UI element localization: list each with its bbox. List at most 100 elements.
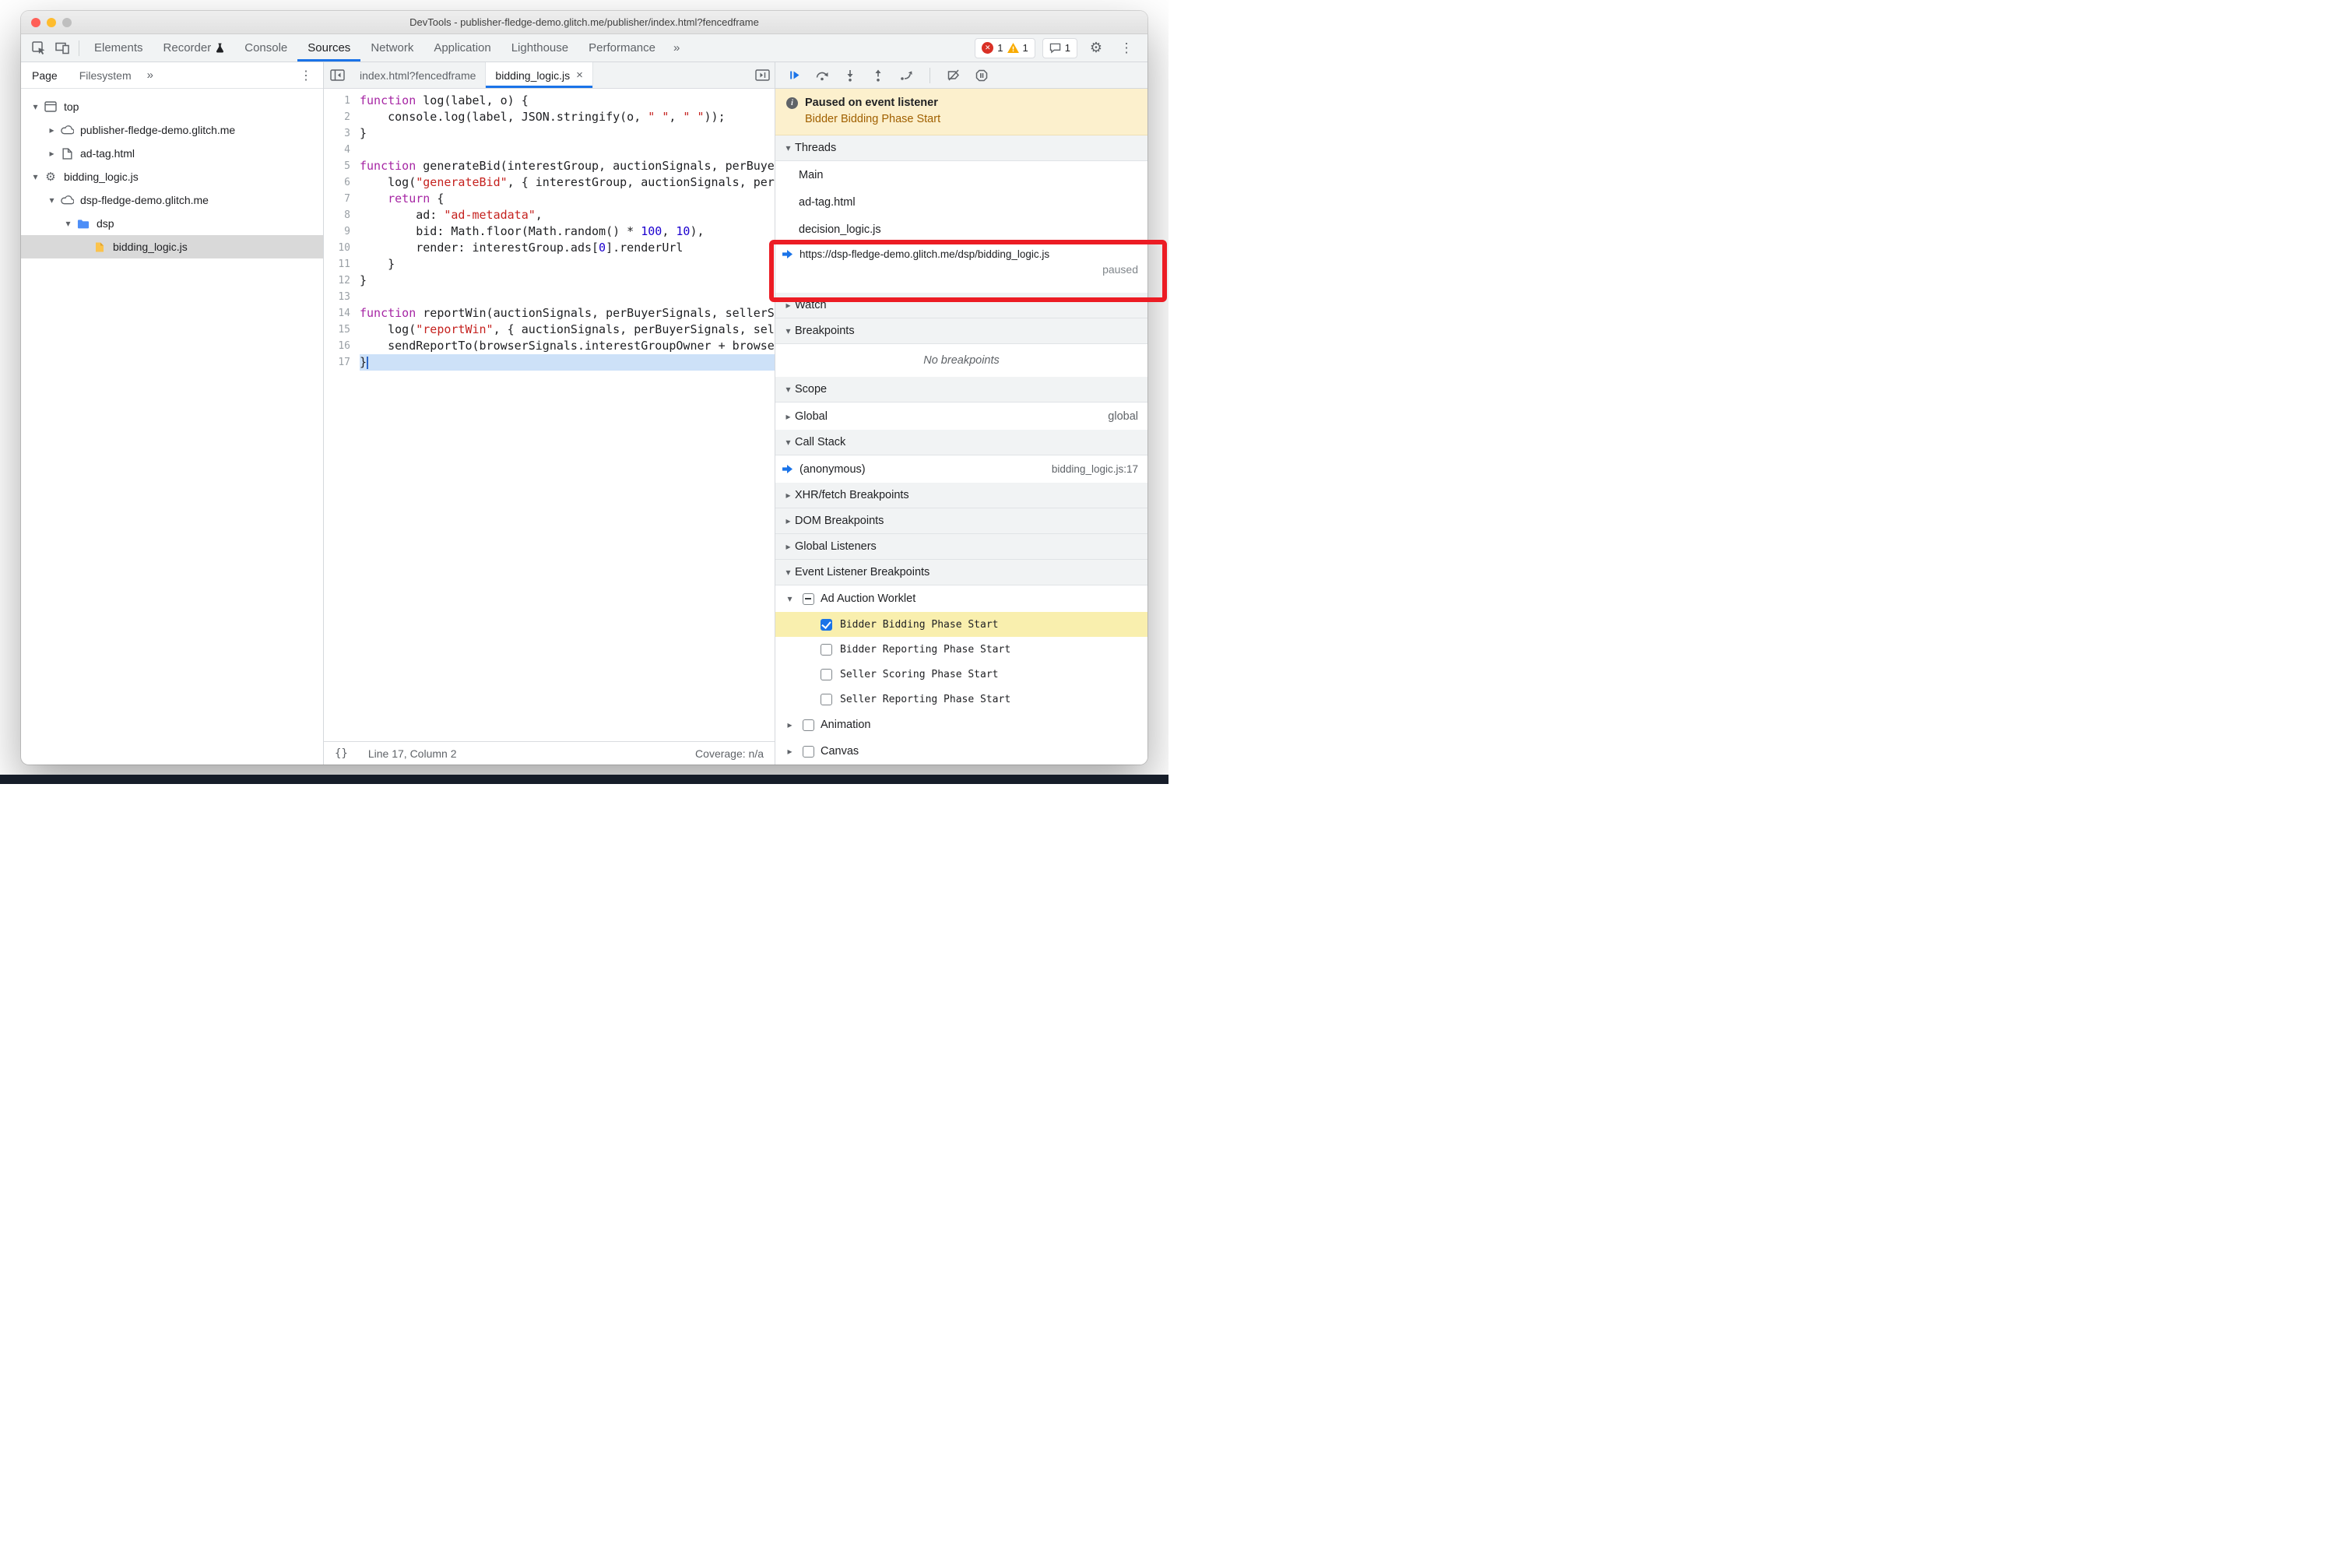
code-line: 15 log("reportWin", { auctionSignals, pe… [324,322,775,338]
scope-global-row[interactable]: ▸ Global global [775,403,1147,430]
more-panels-button[interactable]: » [666,41,687,54]
tab-index-html[interactable]: index.html?fencedframe [350,62,487,88]
close-window-button[interactable] [31,17,40,27]
breakpoints-section-header[interactable]: ▾ Breakpoints [775,318,1147,344]
collapse-icon[interactable]: ▾ [29,171,42,182]
checkbox-bidder-bidding-phase-start[interactable] [821,618,832,631]
tab-recorder[interactable]: Recorder [153,34,235,62]
expand-icon[interactable]: ▸ [45,125,58,135]
step-out-button[interactable] [869,66,887,85]
collapse-icon[interactable]: ▾ [29,101,42,112]
threads-section-header[interactable]: ▾ Threads [775,135,1147,161]
line-number[interactable]: 12 [324,272,360,289]
tree-item-dsp-fledge-demo-glitch-me[interactable]: ▾ dsp-fledge-demo.glitch.me [21,188,323,212]
toggle-navigator-icon[interactable] [324,62,350,88]
device-toolbar-icon[interactable] [51,37,74,59]
collapse-icon[interactable]: ▾ [62,218,75,229]
thread-label: ad-tag.html [799,195,856,209]
line-number[interactable]: 2 [324,109,360,125]
checkbox-canvas[interactable] [803,745,814,758]
no-breakpoints-label: No breakpoints [923,354,1000,367]
xhr-breakpoints-section-header[interactable]: ▸ XHR/fetch Breakpoints [775,483,1147,508]
line-number[interactable]: 17 [324,354,360,371]
resume-button[interactable] [785,66,803,85]
settings-gear-icon[interactable]: ⚙ [1084,37,1108,59]
tree-item-bidding-logic-js[interactable]: bidding_logic.js [21,235,323,258]
thread-url-label: https://dsp-fledge-demo.glitch.me/dsp/bi… [800,248,1050,260]
code-editor[interactable]: 1 function log(label, o) {2 console.log(l… [324,89,775,741]
line-number[interactable]: 14 [324,305,360,322]
expand-icon[interactable]: ▸ [783,719,796,730]
collapse-icon[interactable]: ▾ [45,195,58,206]
tab-elements[interactable]: Elements [84,34,153,62]
minimize-window-button[interactable] [47,17,56,27]
deactivate-breakpoints-button[interactable] [944,66,963,85]
line-number[interactable]: 8 [324,207,360,223]
step-over-button[interactable] [813,66,831,85]
expand-icon[interactable]: ▸ [783,746,796,757]
line-number[interactable]: 5 [324,158,360,174]
thread-item-main[interactable]: Main [775,161,1147,188]
tree-item-bidding-logic-js[interactable]: ▾ ⚙ bidding_logic.js [21,165,323,188]
line-number[interactable]: 1 [324,93,360,109]
tab-bidding-logic-js[interactable]: bidding_logic.js × [486,62,593,88]
expand-icon[interactable]: ▸ [45,148,58,159]
call-stack-section-header[interactable]: ▾ Call Stack [775,430,1147,455]
more-navigator-tabs-button[interactable]: » [142,69,158,82]
tab-console[interactable]: Console [234,34,297,62]
step-into-button[interactable] [841,66,859,85]
line-number[interactable]: 9 [324,223,360,240]
tab-sources[interactable]: Sources [297,34,360,62]
dom-breakpoints-section-header[interactable]: ▸ DOM Breakpoints [775,508,1147,534]
tab-performance[interactable]: Performance [578,34,666,62]
line-number[interactable]: 13 [324,289,360,305]
watch-section-header[interactable]: ▸ Watch [775,293,1147,318]
tree-item-ad-tag-html[interactable]: ▸ ad-tag.html [21,142,323,165]
close-tab-icon[interactable]: × [576,69,583,82]
code-token: return [388,192,430,206]
tree-item-label: bidding_logic.js [113,241,188,253]
pause-on-exceptions-button[interactable] [972,66,991,85]
line-number[interactable]: 3 [324,125,360,142]
step-button[interactable] [897,66,915,85]
line-number[interactable]: 6 [324,174,360,191]
line-number[interactable]: 10 [324,240,360,256]
line-number[interactable]: 7 [324,191,360,207]
tree-item-dsp[interactable]: ▾ dsp [21,212,323,235]
scope-section-header[interactable]: ▾ Scope [775,377,1147,403]
tab-lighthouse[interactable]: Lighthouse [501,34,578,62]
thread-item-ad-tag-html[interactable]: ad-tag.html [775,188,1147,216]
tree-item-publisher-fledge-demo-glitch-me[interactable]: ▸ publisher-fledge-demo.glitch.me [21,118,323,142]
checkbox-ad-auction-worklet[interactable] [803,592,814,605]
checkbox-seller-reporting-phase-start[interactable] [821,693,832,705]
thread-item-bidding-logic-js[interactable]: https://dsp-fledge-demo.glitch.me/dsp/bi… [775,243,1147,293]
checkbox-animation[interactable] [803,719,814,731]
pretty-print-button[interactable]: {} [335,747,348,760]
frame-icon [42,101,59,112]
thread-item-decision-logic-js[interactable]: decision_logic.js [775,216,1147,243]
tab-filesystem[interactable]: Filesystem [69,62,142,88]
line-number[interactable]: 11 [324,256,360,272]
checkbox-bidder-reporting-phase-start[interactable] [821,643,832,656]
event-listener-breakpoints-section-header[interactable]: ▾ Event Listener Breakpoints [775,560,1147,585]
inspect-element-icon[interactable] [27,37,51,59]
checkbox-seller-scoring-phase-start[interactable] [821,668,832,680]
collapse-icon[interactable]: ▾ [783,593,796,604]
navigator-more-options-icon[interactable]: ⋮ [289,68,323,83]
more-options-icon[interactable]: ⋮ [1115,37,1138,59]
tree-item-top[interactable]: ▾ top [21,95,323,118]
tab-network[interactable]: Network [360,34,423,62]
line-number[interactable]: 16 [324,338,360,354]
line-number[interactable]: 15 [324,322,360,338]
listener-category-label: Canvas [821,745,859,758]
toggle-debugger-sidebar-icon[interactable] [755,62,775,88]
issues-badge[interactable]: ✕ 1 1 [975,37,1035,58]
tab-application[interactable]: Application [423,34,501,62]
line-number[interactable]: 4 [324,142,360,158]
messages-badge[interactable]: 1 [1042,37,1077,58]
tab-page[interactable]: Page [21,62,69,88]
code-token: 100 [641,224,662,238]
zoom-window-button[interactable] [62,17,72,27]
call-stack-frame[interactable]: (anonymous) bidding_logic.js:17 [775,455,1147,483]
global-listeners-section-header[interactable]: ▸ Global Listeners [775,534,1147,560]
